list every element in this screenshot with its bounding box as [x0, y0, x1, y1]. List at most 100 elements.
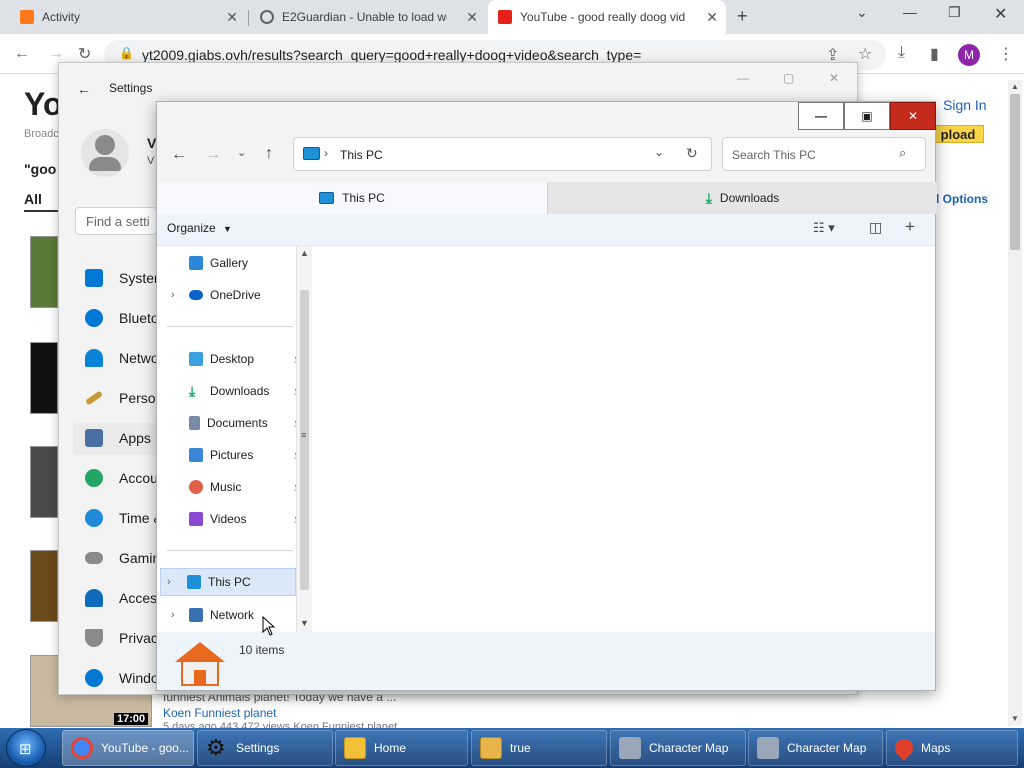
tab-search-chevron-icon[interactable]: ⌄ — [856, 4, 868, 21]
minimize-icon[interactable]: — — [737, 71, 749, 85]
video-thumbnail[interactable] — [30, 342, 58, 414]
taskbar-item-home[interactable]: Home — [335, 730, 468, 766]
settings-nav-bluetooth[interactable]: Blueto — [119, 310, 159, 326]
settings-nav-network[interactable]: Netwo — [119, 350, 159, 366]
address-dropdown-chevron-icon[interactable]: ⌄ — [654, 145, 664, 159]
taskbar-item-settings[interactable]: ⚙ Settings — [197, 730, 333, 766]
nav-pane-scrollbar-thumb[interactable] — [300, 290, 309, 590]
taskbar-item-label: Home — [374, 741, 407, 755]
view-options-icon[interactable]: ☷ ▾ — [813, 220, 835, 236]
new-tab-button[interactable]: + — [737, 6, 748, 27]
up-arrow-icon[interactable]: ↑ — [265, 145, 273, 163]
taskbar-item-label: Character Map — [787, 741, 867, 755]
start-button[interactable]: ⊞ — [6, 729, 46, 767]
gamepad-icon — [85, 552, 103, 564]
close-icon[interactable]: ✕ — [706, 9, 718, 26]
chevron-right-icon[interactable]: › — [171, 289, 175, 301]
settings-nav-privacy[interactable]: Privac — [119, 630, 158, 646]
refresh-icon[interactable]: ↻ — [686, 145, 698, 162]
profile-avatar[interactable]: M — [958, 44, 980, 66]
chevron-right-icon[interactable]: › — [171, 609, 175, 621]
explorer-content-area[interactable] — [313, 246, 935, 632]
videos-icon — [189, 512, 203, 526]
close-window-icon[interactable]: ✕ — [994, 4, 1007, 24]
all-filter-tab[interactable]: All — [24, 191, 42, 207]
video-thumbnail[interactable] — [30, 236, 58, 308]
map-pin-icon — [891, 735, 917, 761]
search-options-link[interactable]: l Options — [936, 192, 988, 206]
upload-button[interactable]: pload — [932, 125, 984, 143]
nav-item-desktop[interactable]: Desktop 📌 — [165, 346, 305, 372]
close-icon[interactable]: ✕ — [226, 9, 238, 26]
forward-arrow-icon[interactable]: → — [205, 146, 221, 164]
settings-nav-accounts[interactable]: Accou — [119, 470, 158, 486]
explorer-search-input[interactable]: Search This PC ⌕ — [722, 137, 926, 171]
nav-item-gallery[interactable]: Gallery — [165, 250, 295, 276]
explorer-address-bar[interactable]: › This PC ⌄ ↻ — [293, 137, 712, 171]
explorer-tab-downloads[interactable]: ⤓ Downloads — [547, 182, 937, 214]
settings-title: Settings — [109, 81, 153, 95]
lock-icon[interactable]: 🔒 — [119, 46, 134, 60]
taskbar-item-character-map[interactable]: Character Map — [610, 730, 746, 766]
back-arrow-icon[interactable]: ← — [14, 45, 30, 63]
details-pane-icon[interactable]: ◫ — [869, 219, 882, 236]
taskbar-item-true[interactable]: true — [471, 730, 607, 766]
browser-tab-e2guardian[interactable]: E2Guardian - Unable to load we ✕ — [250, 0, 486, 34]
scroll-up-icon[interactable]: ▲ — [1011, 82, 1019, 91]
maximize-icon[interactable]: ▢ — [783, 71, 794, 85]
sign-in-link[interactable]: Sign In — [943, 97, 987, 113]
close-icon[interactable]: ✕ — [466, 9, 478, 26]
restore-icon[interactable]: ❐ — [948, 4, 961, 21]
scroll-down-icon[interactable]: ▼ — [300, 618, 309, 628]
taskbar-item-maps[interactable]: Maps — [886, 730, 1018, 766]
organize-menu-button[interactable]: Organize ▼ — [167, 221, 232, 235]
close-icon[interactable]: ✕ — [829, 71, 839, 85]
close-button[interactable]: ✕ — [890, 102, 936, 130]
download-icon[interactable]: ⤓ — [898, 44, 905, 62]
taskbar: ⊞ YouTube - goo... ⚙ Settings Home true … — [0, 728, 1024, 768]
star-icon[interactable]: ☆ — [858, 44, 872, 64]
scroll-up-icon[interactable]: ▲ — [300, 248, 309, 258]
accessibility-icon — [85, 589, 103, 607]
nav-item-onedrive[interactable]: › OneDrive — [165, 282, 295, 308]
settings-nav-apps[interactable]: Apps — [119, 430, 151, 446]
nav-item-videos[interactable]: Videos 📌 — [165, 506, 305, 532]
settings-search-input[interactable]: Find a setti — [75, 207, 157, 235]
settings-nav-gaming[interactable]: Gamin — [119, 550, 160, 566]
maximize-button[interactable]: ▣ — [844, 102, 890, 130]
nav-item-this-pc[interactable]: › This PC — [160, 568, 296, 596]
taskbar-item-character-map-2[interactable]: Character Map — [748, 730, 883, 766]
back-arrow-icon[interactable]: ← — [77, 81, 91, 97]
page-scrollbar-thumb[interactable] — [1010, 94, 1020, 250]
add-icon[interactable]: + — [905, 217, 915, 237]
video-thumbnail[interactable] — [30, 550, 58, 622]
tab-title: E2Guardian - Unable to load we — [282, 10, 447, 24]
nav-item-pictures[interactable]: Pictures 📌 — [165, 442, 305, 468]
address-text[interactable]: yt2009.giabs.ovh/results?search_query=go… — [142, 47, 641, 63]
character-map-icon — [757, 737, 779, 759]
nav-item-music[interactable]: Music 📌 — [165, 474, 305, 500]
back-arrow-icon[interactable]: ← — [171, 146, 187, 164]
browser-tab-youtube[interactable]: YouTube - good really doog vid ✕ — [488, 0, 726, 34]
scroll-down-icon[interactable]: ▼ — [1011, 714, 1019, 723]
explorer-tab-this-pc[interactable]: This PC — [157, 182, 547, 214]
taskbar-item-youtube[interactable]: YouTube - goo... — [62, 730, 194, 766]
channel-link[interactable]: Koen Funniest planet — [163, 706, 276, 720]
character-map-icon — [619, 737, 641, 759]
reload-icon[interactable]: ↻ — [78, 44, 91, 64]
minimize-button[interactable]: — — [798, 102, 844, 130]
minimize-icon[interactable]: — — [903, 4, 917, 20]
browser-tab-activity[interactable]: Activity ✕ — [10, 0, 246, 34]
settings-nav-windows-update[interactable]: Windo — [119, 670, 159, 686]
video-thumbnail[interactable] — [30, 446, 58, 518]
nav-item-documents[interactable]: Documents 📌 — [165, 410, 305, 436]
kebab-menu-icon[interactable]: ⋮ — [998, 44, 1014, 64]
side-panel-icon[interactable]: ▮ — [930, 44, 939, 64]
forward-arrow-icon[interactable]: → — [48, 45, 64, 63]
file-explorer-window: — ▣ ✕ ← → ⌄ ↑ › This PC ⌄ ↻ Search This … — [156, 101, 937, 691]
recent-locations-chevron-icon[interactable]: ⌄ — [237, 146, 246, 159]
nav-pane-scrollbar[interactable]: ▲ ≡ ▼ — [296, 246, 312, 632]
nav-item-downloads[interactable]: ⤓ Downloads 📌 — [165, 378, 305, 404]
breadcrumb[interactable]: This PC — [340, 148, 383, 162]
chevron-right-icon[interactable]: › — [167, 576, 171, 588]
